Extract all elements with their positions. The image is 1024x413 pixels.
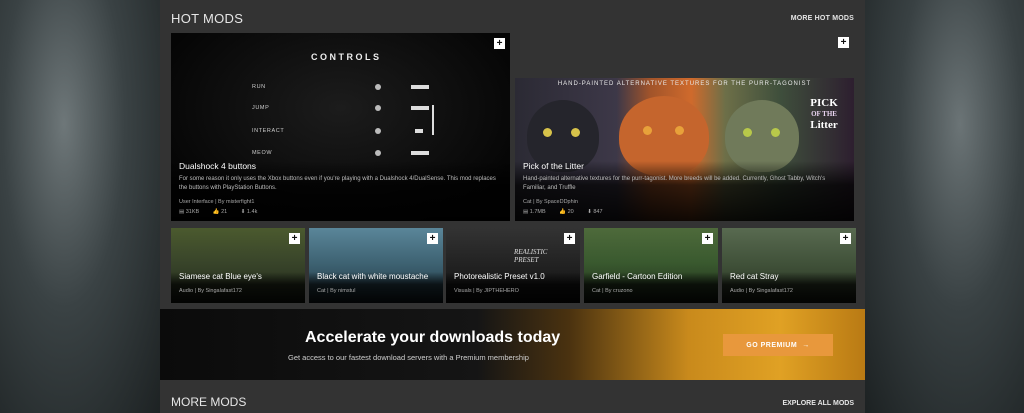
key-glyph-icon xyxy=(411,106,429,110)
featured-mod-card-dualshock[interactable]: CONTROLS RUN JUMP INTERACT MEOW + Dualsh… xyxy=(171,33,510,221)
mod-author[interactable]: By misterfight1 xyxy=(218,199,254,205)
endorsements-stat: 👍 20 xyxy=(559,209,574,215)
add-icon[interactable]: + xyxy=(564,233,575,244)
arrow-right-icon: → xyxy=(802,341,810,349)
mod-caption: Siamese cat Blue eye's Audio | By Singal… xyxy=(171,272,305,303)
add-icon[interactable]: + xyxy=(702,233,713,244)
mod-category[interactable]: Visuals xyxy=(454,288,472,294)
button-glyph-icon xyxy=(375,105,381,111)
mod-author[interactable]: By Singalafast172 xyxy=(198,288,242,294)
mod-description: Hand-painted alternative textures for th… xyxy=(523,176,826,191)
mod-caption: Dualshock 4 buttons For some reason it o… xyxy=(171,161,510,221)
mod-stats: ▤ 1.7MB 👍 20 ⬇ 847 xyxy=(523,209,846,215)
control-row-run: RUN xyxy=(252,84,266,90)
mod-card-photorealistic-preset[interactable]: REALISTIC PRESET + Photorealistic Preset… xyxy=(446,228,580,303)
mod-meta: Cat | By SpaceDDphin xyxy=(523,199,846,205)
mod-caption: Pick of the Litter Hand-painted alternat… xyxy=(515,161,854,221)
cat-eye xyxy=(771,128,780,137)
mod-meta: User Interface | By misterfight1 xyxy=(179,199,502,205)
mod-caption: Black cat with white moustache Cat | By … xyxy=(309,272,443,303)
key-glyph-icon xyxy=(411,85,429,89)
mod-title[interactable]: Black cat with white moustache xyxy=(317,272,435,281)
add-icon[interactable]: + xyxy=(494,38,505,49)
mod-category[interactable]: Cat xyxy=(523,199,532,205)
add-icon[interactable]: + xyxy=(838,37,849,48)
mod-category[interactable]: Audio xyxy=(179,288,193,294)
go-premium-button[interactable]: GO PREMIUM → xyxy=(723,334,833,356)
mod-author[interactable]: By nimstul xyxy=(330,288,355,294)
mod-author[interactable]: By Singalafast172 xyxy=(749,288,793,294)
button-glyph-icon xyxy=(375,150,381,156)
go-premium-label: GO PREMIUM xyxy=(746,341,798,349)
mod-title[interactable]: Garfield - Cartoon Edition xyxy=(592,272,710,281)
background-forest-left xyxy=(0,0,160,413)
mod-author[interactable]: By JIPTHEHERO xyxy=(476,288,519,294)
mod-title[interactable]: Pick of the Litter xyxy=(523,161,846,171)
cat-eye xyxy=(675,126,684,135)
button-glyph-icon xyxy=(375,84,381,90)
litter-banner-text: HAND-PAINTED ALTERNATIVE TEXTURES FOR TH… xyxy=(557,81,812,87)
key-glyph-icon xyxy=(411,151,429,155)
pick-of-the-litter-logo: PICK OF THE Litter xyxy=(810,97,838,131)
mod-meta: Audio | By Singalafast172 xyxy=(730,288,848,294)
premium-subtitle: Get access to our fastest download serve… xyxy=(288,353,529,362)
featured-mod-card-pick-of-the-litter[interactable]: HAND-PAINTED ALTERNATIVE TEXTURES FOR TH… xyxy=(515,78,854,221)
add-icon[interactable]: + xyxy=(840,233,851,244)
premium-banner: Accelerate your downloads today Get acce… xyxy=(160,309,865,380)
mod-title[interactable]: Dualshock 4 buttons xyxy=(179,161,502,171)
cat-eye xyxy=(543,128,552,137)
add-button-wrapper: + xyxy=(838,37,849,48)
mod-category[interactable]: Cat xyxy=(317,288,326,294)
mod-meta: Cat | By nimstul xyxy=(317,288,435,294)
cat-eye xyxy=(571,128,580,137)
mod-category[interactable]: Cat xyxy=(592,288,601,294)
mod-stats: ▤ 31KB 👍 21 ⬇ 1.4k xyxy=(179,209,502,215)
file-size-stat: ▤ 1.7MB xyxy=(523,209,546,215)
mod-author[interactable]: By SpaceDDphin xyxy=(536,199,578,205)
mod-meta: Cat | By cruzono xyxy=(592,288,710,294)
downloads-stat: ⬇ 1.4k xyxy=(240,209,258,215)
mod-caption: Red cat Stray Audio | By Singalafast172 xyxy=(722,272,856,303)
mod-card-garfield[interactable]: + Garfield - Cartoon Edition Cat | By cr… xyxy=(584,228,718,303)
mod-meta: Visuals | By JIPTHEHERO xyxy=(454,288,572,294)
cat-eye xyxy=(743,128,752,137)
mod-category[interactable]: User Interface xyxy=(179,199,214,205)
add-icon[interactable]: + xyxy=(427,233,438,244)
file-size-stat: ▤ 31KB xyxy=(179,209,200,215)
mod-card-red-cat-stray[interactable]: + Red cat Stray Audio | By Singalafast17… xyxy=(722,228,856,303)
preset-overlay-text: REALISTIC PRESET xyxy=(514,248,548,264)
mod-caption: Photorealistic Preset v1.0 Visuals | By … xyxy=(446,272,580,303)
more-mods-title: MORE MODS xyxy=(171,395,247,409)
mod-title[interactable]: Photorealistic Preset v1.0 xyxy=(454,272,572,281)
explore-all-mods-link[interactable]: EXPLORE ALL MODS xyxy=(782,400,854,407)
add-icon[interactable]: + xyxy=(289,233,300,244)
cat-eye xyxy=(643,126,652,135)
downloads-stat: ⬇ 847 xyxy=(587,209,603,215)
mod-title[interactable]: Siamese cat Blue eye's xyxy=(179,272,297,281)
mod-author[interactable]: By cruzono xyxy=(605,288,633,294)
control-row-interact: INTERACT xyxy=(252,128,285,134)
scroll-indicator xyxy=(432,105,434,135)
button-glyph-icon xyxy=(375,128,381,134)
mod-card-black-cat[interactable]: + Black cat with white moustache Cat | B… xyxy=(309,228,443,303)
controls-heading: CONTROLS xyxy=(311,52,382,62)
mod-card-siamese-cat[interactable]: + Siamese cat Blue eye's Audio | By Sing… xyxy=(171,228,305,303)
hot-mods-title: HOT MODS xyxy=(171,11,244,26)
mod-meta: Audio | By Singalafast172 xyxy=(179,288,297,294)
key-glyph-icon xyxy=(415,129,423,133)
mod-description: For some reason it only uses the Xbox bu… xyxy=(179,176,496,191)
mods-panel: HOT MODS MORE HOT MODS CONTROLS RUN JUMP… xyxy=(160,0,865,413)
mod-category[interactable]: Audio xyxy=(730,288,744,294)
mod-title[interactable]: Red cat Stray xyxy=(730,272,848,281)
endorsements-stat: 👍 21 xyxy=(212,209,228,215)
premium-title: Accelerate your downloads today xyxy=(305,329,561,346)
mod-caption: Garfield - Cartoon Edition Cat | By cruz… xyxy=(584,272,718,303)
control-row-jump: JUMP xyxy=(252,105,270,111)
more-hot-mods-link[interactable]: MORE HOT MODS xyxy=(791,15,854,22)
control-row-meow: MEOW xyxy=(252,150,273,156)
background-forest-right xyxy=(864,0,1024,413)
